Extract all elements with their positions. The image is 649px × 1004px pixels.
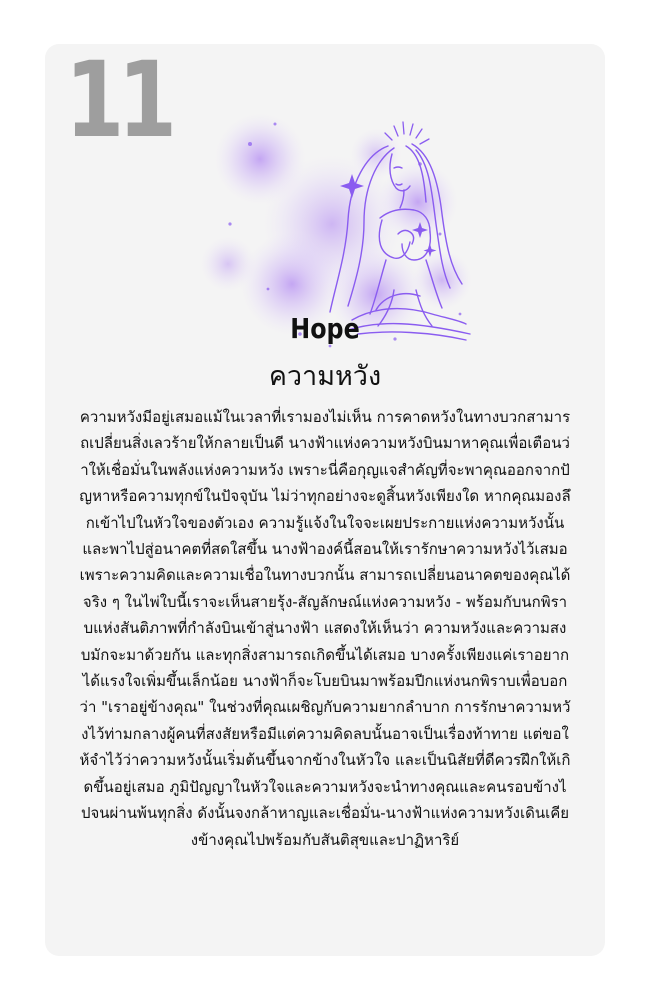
- card-title-english: Hope: [290, 312, 360, 345]
- card-title-thai: ความหวัง: [268, 361, 382, 392]
- card-number: 11: [65, 44, 177, 161]
- card-description: ความหวังมีอยู่เสมอแม้ในเวลาที่เรามองไม่เ…: [79, 408, 571, 849]
- oracle-card: 11 Hope ความหวัง ความหวังมีอยู่เสมอแม้ใน…: [45, 44, 605, 956]
